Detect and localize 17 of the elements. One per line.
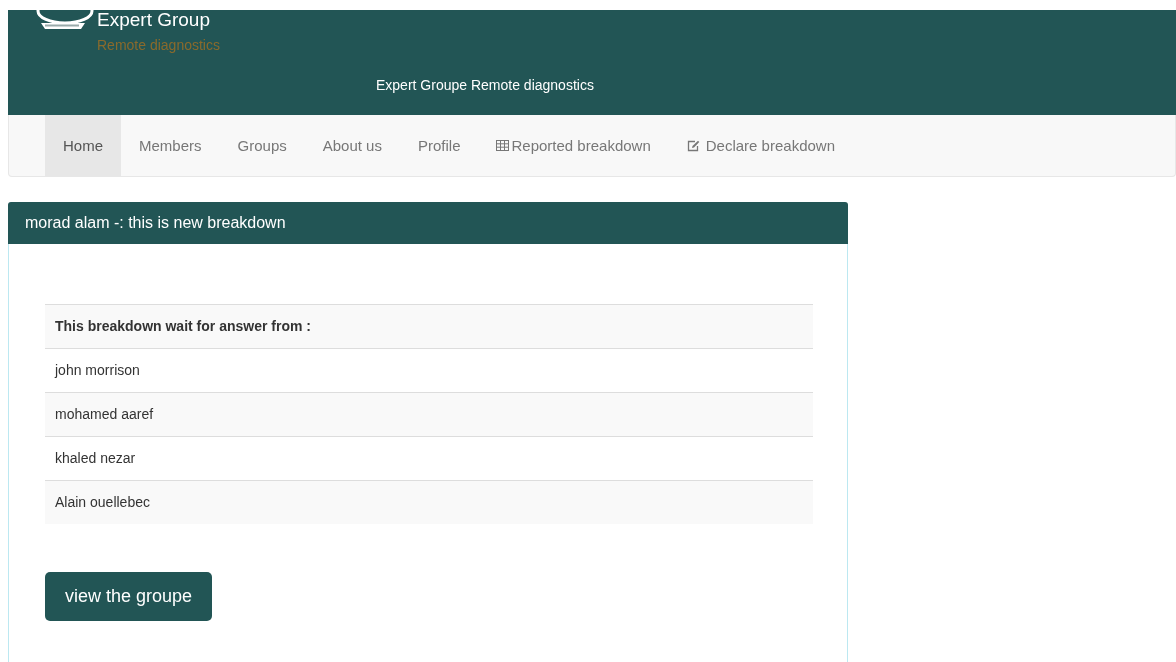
table-icon [496, 140, 510, 151]
nav-link[interactable]: About us [304, 115, 400, 176]
nav-link[interactable]: Profile [399, 115, 479, 176]
site-subtitle: Expert Groupe Remote diagnostics [376, 77, 595, 93]
table-header: This breakdown wait for answer from : [45, 304, 813, 348]
nav-link[interactable]: Declare breakdown [668, 115, 853, 176]
edit-icon [686, 139, 700, 152]
tagline: Remote diagnostics [97, 37, 220, 53]
nav-link[interactable]: Members [121, 115, 220, 176]
nav-link[interactable]: Reported breakdown [478, 115, 669, 176]
brand-name: Expert Group [97, 10, 211, 30]
nav-link[interactable]: Groups [219, 115, 305, 176]
table-cell: Alain ouellebec [45, 480, 813, 524]
panel-title: morad alam -: this is new breakdown [8, 202, 848, 244]
view-group-button[interactable]: view the groupe [45, 572, 213, 621]
table-cell: mohamed aaref [45, 392, 813, 436]
nav-link[interactable]: Home [45, 115, 121, 176]
